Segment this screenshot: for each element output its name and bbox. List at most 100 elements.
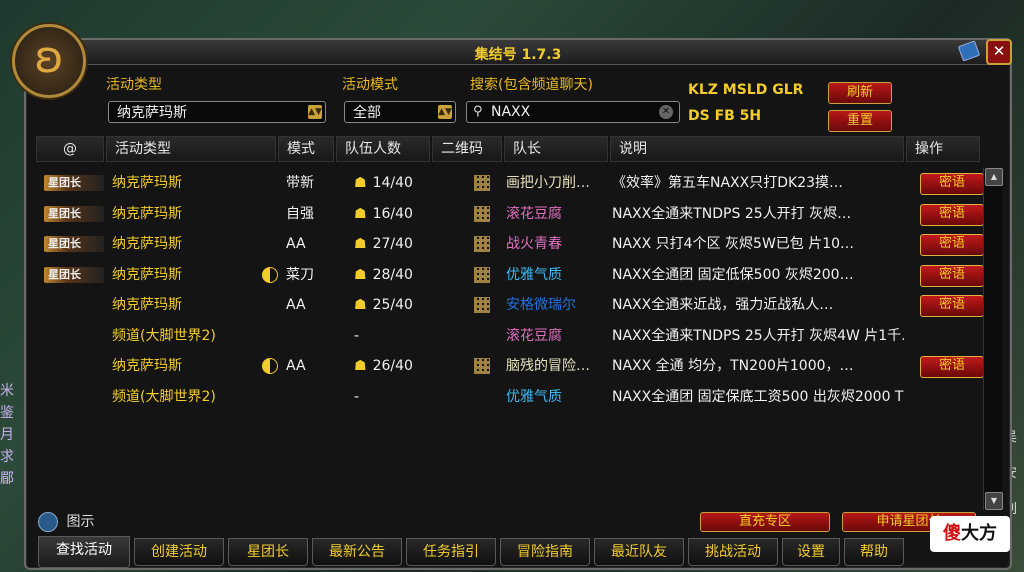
row-count: - (354, 327, 360, 344)
search-input[interactable]: ⚲ NAXX ✕ (466, 101, 680, 123)
column-header-at[interactable]: @ (36, 136, 104, 162)
row-count: ☗ 27/40 (354, 229, 444, 259)
row-leader[interactable]: 战火青春 (506, 229, 610, 259)
table-row[interactable]: 星团长 纳克萨玛斯 AA ☗ 27/40 战火青春 NAXX 只打4个区 灰烬5W已包 片1… (36, 229, 984, 259)
column-header-leader[interactable]: 队长 (504, 136, 608, 162)
row-description: NAXX全通来TNDPS 25人开打 灰烬4W 片1千… (612, 327, 904, 344)
row-mode: AA (262, 351, 334, 381)
row-count: ☗ 25/40 (354, 290, 444, 320)
moon-icon (262, 266, 278, 283)
row-mode: 自强 (286, 205, 314, 222)
row-type: 纳克萨玛斯 (112, 266, 182, 283)
qr-code-icon[interactable] (474, 236, 490, 252)
row-leader[interactable]: 优雅气质 (506, 260, 610, 290)
whisper-button[interactable]: 密语 (920, 234, 984, 256)
people-icon: ☗ (354, 358, 367, 374)
row-description: NAXX全通来近战，强力近战私人… (612, 297, 834, 313)
tab-star-leader[interactable]: 星团长 (228, 538, 308, 566)
dropdown-arrow-icon[interactable]: ▲▼ (308, 105, 322, 119)
star-leader-badge: 星团长 (44, 266, 104, 283)
recharge-button[interactable]: 直充专区 (700, 512, 830, 532)
clear-search-icon[interactable]: ✕ (659, 105, 673, 119)
tab-settings[interactable]: 设置 (782, 538, 840, 566)
reset-button[interactable]: 重置 (828, 110, 892, 132)
star-leader-badge: 星团长 (44, 236, 104, 252)
people-icon: ☗ (354, 266, 367, 283)
row-description: 《效率》第五车NAXX只打DK23摸… (612, 175, 844, 191)
row-mode: AA (286, 297, 306, 313)
row-leader[interactable]: 脑残的冒险… (506, 351, 610, 381)
people-icon: ☗ (354, 236, 367, 252)
tab-challenge[interactable]: 挑战活动 (688, 538, 778, 566)
column-header-type[interactable]: 活动类型 (106, 136, 276, 162)
column-header-qr[interactable]: 二维码 (432, 136, 502, 162)
activity-mode-label: 活动模式 (342, 77, 398, 93)
row-leader[interactable]: 滚花豆腐 (506, 321, 610, 351)
star-leader-badge: 星团长 (44, 175, 104, 191)
row-count: ☗ 28/40 (354, 260, 444, 290)
watermark-logo: 傻大方 (930, 516, 1010, 552)
qr-code-icon[interactable] (474, 297, 490, 313)
row-mode: AA (286, 236, 306, 252)
title-bar[interactable]: 集结号 1.7.3 ✕ (26, 39, 1012, 65)
table-row[interactable]: 星团长 纳克萨玛斯 自强 ☗ 16/40 滚花豆腐 NAXX全通来TNDPS 25人开打 灰… (36, 199, 984, 229)
dropdown-arrow-icon[interactable]: ▲▼ (438, 105, 452, 119)
scrollbar[interactable]: ▲ ▼ (983, 168, 1003, 510)
tab-find-activity[interactable]: 查找活动 (38, 536, 130, 568)
scroll-up-icon[interactable]: ▲ (985, 168, 1003, 186)
scroll-down-icon[interactable]: ▼ (985, 492, 1003, 510)
refresh-button[interactable]: 刷新 (828, 82, 892, 104)
whisper-button[interactable]: 密语 (920, 173, 984, 195)
row-description: NAXX全通团 固定低保500 灰烬200… (612, 266, 854, 283)
row-count: ☗ 14/40 (354, 168, 444, 198)
row-count: - (354, 388, 360, 405)
moon-icon (262, 358, 278, 374)
row-count: ☗ 26/40 (354, 351, 444, 381)
row-type: 纳克萨玛斯 (112, 236, 182, 252)
activity-type-label: 活动类型 (106, 77, 162, 93)
activity-type-dropdown[interactable]: 纳克萨玛斯 ▲▼ (108, 101, 326, 123)
tab-announcements[interactable]: 最新公告 (312, 538, 402, 566)
row-leader[interactable]: 优雅气质 (506, 382, 610, 412)
qr-code-icon[interactable] (474, 175, 490, 191)
qr-code-icon[interactable] (474, 266, 490, 283)
row-description: NAXX全通来TNDPS 25人开打 灰烬… (612, 205, 852, 222)
qr-code-icon[interactable] (474, 358, 490, 374)
table-row[interactable]: 频道(大脚世界2) - 滚花豆腐 NAXX全通来TNDPS 25人开打 灰烬4W 片1… (36, 321, 980, 351)
column-header-action[interactable]: 操作 (906, 136, 980, 162)
tab-create-activity[interactable]: 创建活动 (134, 538, 224, 566)
legend[interactable]: 图示 (38, 511, 94, 532)
close-button[interactable]: ✕ (986, 39, 1012, 65)
qr-code-icon[interactable] (474, 205, 490, 222)
table-row[interactable]: 频道(大脚世界2) - 优雅气质 NAXX全通团 固定保底工资500 出灰烬2000 … (36, 382, 980, 412)
tab-recent-teammates[interactable]: 最近队友 (594, 538, 684, 566)
row-type: 纳克萨玛斯 (112, 205, 182, 222)
table-row[interactable]: 纳克萨玛斯 AA ☗ 26/40 脑残的冒险… NAXX 全通 均分，TN200片1000… (36, 351, 984, 381)
column-header-desc[interactable]: 说明 (610, 136, 904, 162)
star-leader-badge: 星团长 (44, 205, 104, 222)
row-description: NAXX全通团 固定保底工资500 出灰烬2000 T… (612, 388, 904, 405)
people-icon: ☗ (354, 297, 367, 313)
tab-help[interactable]: 帮助 (844, 538, 904, 566)
whisper-button[interactable]: 密语 (920, 203, 984, 226)
column-header-count[interactable]: 队伍人数 (336, 136, 430, 162)
row-mode (262, 321, 334, 351)
row-type: 纳克萨玛斯 (112, 175, 182, 191)
table-row[interactable]: 纳克萨玛斯 AA ☗ 25/40 安格微瑞尔 NAXX全通来近战，强力近战私人… 密语 (36, 290, 984, 320)
window-title: 集结号 1.7.3 (474, 47, 562, 63)
whisper-button[interactable]: 密语 (920, 356, 984, 378)
search-icon: ⚲ (473, 104, 483, 119)
tab-adventure-guide[interactable]: 冒险指南 (500, 538, 590, 566)
tab-quest-guide[interactable]: 任务指引 (406, 538, 496, 566)
row-count: ☗ 16/40 (354, 199, 444, 229)
table-row[interactable]: 星团长 纳克萨玛斯 菜刀 ☗ 28/40 优雅气质 NAXX全通团 固定低保500 灰烬20… (36, 260, 984, 290)
column-header-mode[interactable]: 模式 (278, 136, 334, 162)
table-row[interactable]: 星团长 纳克萨玛斯 带新 ☗ 14/40 画把小刀削… 《效率》第五车NAXX只打DK23摸… (36, 168, 984, 198)
row-leader[interactable]: 滚花豆腐 (506, 199, 610, 229)
main-window: 集结号 1.7.3 ✕ 活动类型 纳克萨玛斯 ▲▼ 活动模式 全部 ▲▼ 搜索(… (24, 38, 1012, 570)
activity-mode-dropdown[interactable]: 全部 ▲▼ (344, 101, 456, 123)
row-leader[interactable]: 安格微瑞尔 (506, 290, 610, 320)
whisper-button[interactable]: 密语 (920, 264, 984, 287)
whisper-button[interactable]: 密语 (920, 295, 984, 317)
row-leader[interactable]: 画把小刀削… (506, 168, 610, 198)
